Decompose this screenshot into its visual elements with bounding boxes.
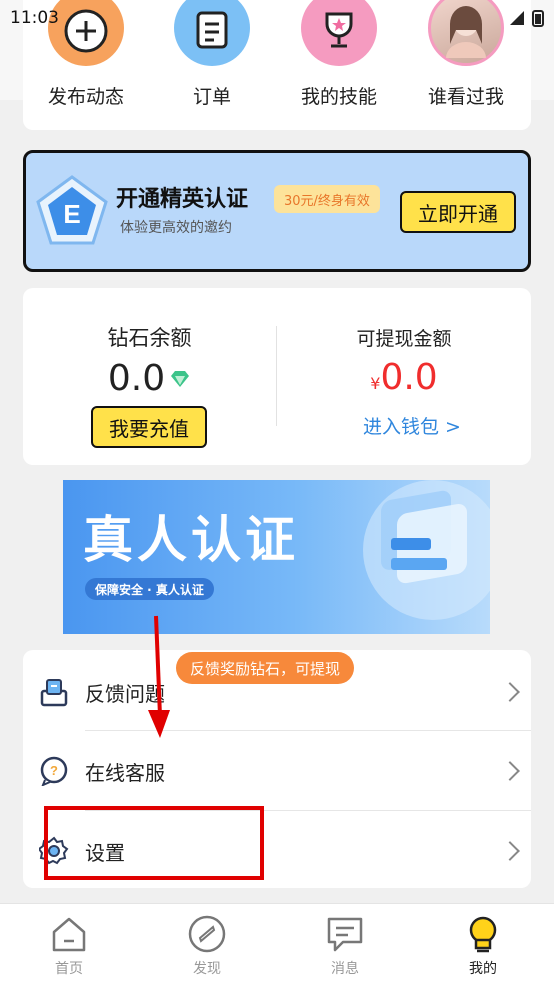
tab-label: 发现 bbox=[193, 961, 221, 977]
diamond-balance-label: 钻石余额 bbox=[107, 326, 192, 350]
annotation-highlight-settings bbox=[44, 806, 264, 880]
verification-illustration bbox=[363, 480, 490, 620]
status-bar: 11:03 bbox=[0, 0, 554, 36]
elite-subtitle: 体验更高效的邀约 bbox=[120, 220, 232, 236]
menu-item-customer-service[interactable]: ? 在线客服 bbox=[23, 731, 531, 811]
message-icon bbox=[323, 912, 367, 956]
elite-title: 开通精英认证 bbox=[116, 187, 249, 212]
svg-text:?: ? bbox=[50, 763, 58, 778]
tab-home[interactable]: 首页 bbox=[24, 904, 114, 985]
status-icons bbox=[508, 9, 544, 27]
annotation-arrow bbox=[148, 615, 170, 738]
diamond-balance-value: 0.0 bbox=[107, 358, 166, 399]
verification-subtitle: 保障安全 · 真人认证 bbox=[85, 578, 214, 600]
enter-wallet-link[interactable]: 进入钱包 > bbox=[363, 412, 461, 439]
tab-profile[interactable]: 我的 bbox=[438, 904, 528, 985]
diamond-icon bbox=[171, 370, 190, 387]
cash-value: 0.0 bbox=[380, 357, 438, 398]
wallet-card: 钻石余额 0.0 我要充值 可提现金额 ¥0.0 进入钱包 > bbox=[23, 288, 531, 465]
elite-badge-icon: E bbox=[36, 175, 108, 245]
battery-icon bbox=[532, 10, 544, 27]
tab-discover[interactable]: 发现 bbox=[162, 904, 252, 985]
quick-action-label: 订单 bbox=[192, 86, 231, 108]
signal-icon bbox=[510, 11, 524, 25]
quick-action-label: 谁看过我 bbox=[427, 86, 504, 108]
tab-label: 我的 bbox=[469, 961, 497, 977]
customer-service-icon: ? bbox=[39, 756, 69, 786]
tab-messages[interactable]: 消息 bbox=[300, 904, 390, 985]
bottom-navigation: 首页 发现 消息 我的 bbox=[0, 903, 554, 985]
chevron-right-icon bbox=[500, 841, 520, 861]
menu-item-label: 在线客服 bbox=[85, 760, 165, 785]
elite-price-tag: 30元/终身有效 bbox=[274, 185, 380, 213]
verification-title: 真人认证 bbox=[83, 511, 299, 569]
tab-label: 消息 bbox=[331, 961, 359, 977]
profile-bulb-icon bbox=[461, 912, 505, 956]
chevron-right-icon bbox=[500, 761, 520, 781]
quick-action-label: 发布动态 bbox=[47, 86, 124, 108]
feedback-icon bbox=[39, 677, 69, 707]
real-person-verification-banner[interactable]: 真人认证 保障安全 · 真人认证 bbox=[63, 480, 490, 634]
compass-icon bbox=[185, 912, 229, 956]
quick-action-label: 我的技能 bbox=[300, 86, 377, 108]
elite-badge-letter: E bbox=[63, 199, 80, 229]
recharge-button[interactable]: 我要充值 bbox=[91, 406, 207, 448]
diamond-balance: 钻石余额 0.0 bbox=[23, 322, 276, 399]
withdrawable-cash: 可提现金额 ¥0.0 bbox=[277, 324, 531, 398]
cash-label: 可提现金额 bbox=[356, 328, 452, 350]
feedback-reward-bubble: 反馈奖励钻石，可提现 bbox=[176, 652, 355, 684]
tab-label: 首页 bbox=[55, 961, 83, 977]
home-icon bbox=[47, 912, 91, 956]
cash-currency: ¥ bbox=[370, 374, 381, 393]
elite-certification-banner[interactable]: E 开通精英认证 体验更高效的邀约 30元/终身有效 立即开通 bbox=[23, 150, 531, 272]
status-time: 11:03 bbox=[10, 8, 59, 28]
chevron-right-icon bbox=[500, 682, 520, 702]
elite-open-button[interactable]: 立即开通 bbox=[400, 191, 516, 233]
